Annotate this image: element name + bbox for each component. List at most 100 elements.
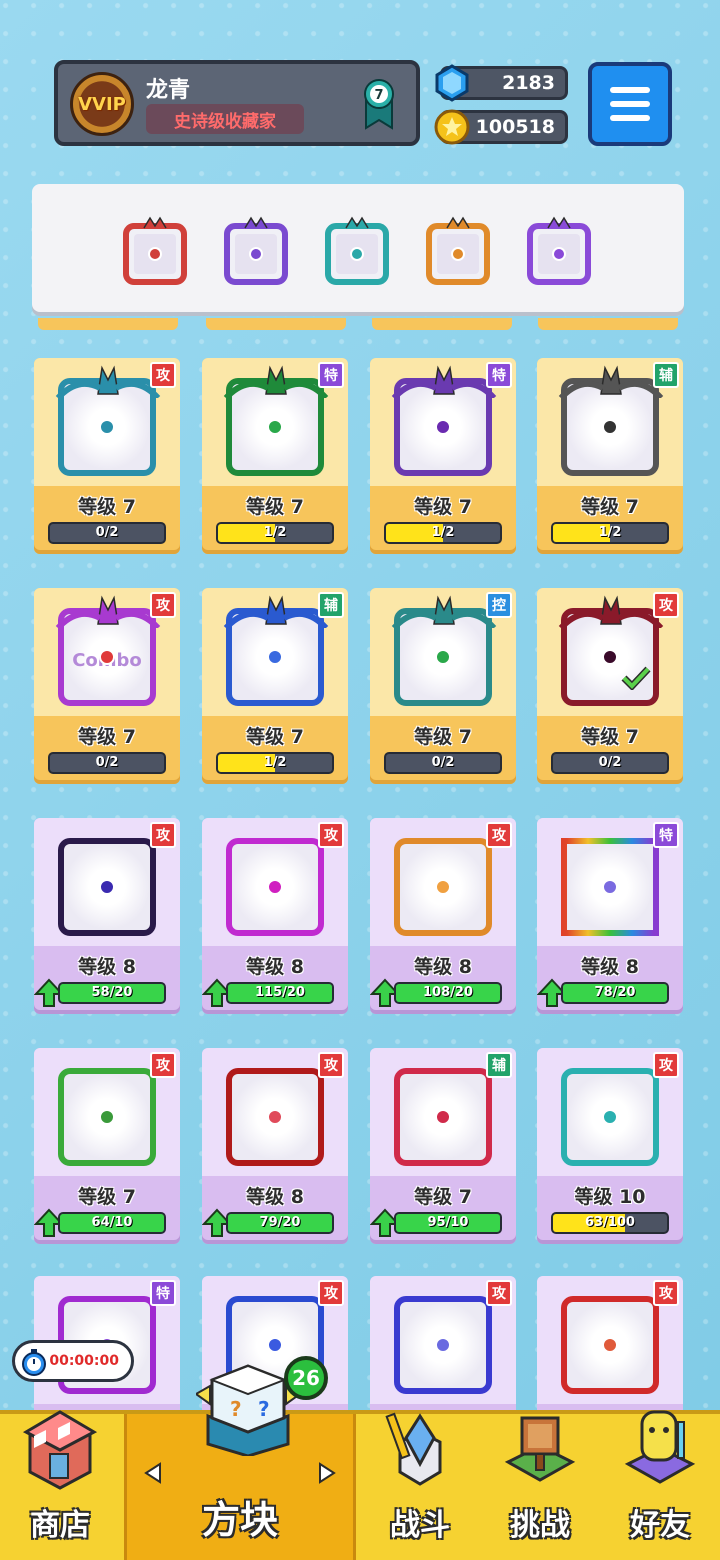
nav-friends[interactable]: 好友 xyxy=(600,1410,720,1560)
equipped-slot[interactable] xyxy=(322,216,392,286)
type-tag: 特 xyxy=(486,362,512,388)
player-name: 龙青 xyxy=(146,78,191,103)
equipped-slot[interactable] xyxy=(221,216,291,286)
purple-shard-die-icon xyxy=(224,216,288,285)
gems-value: 2183 xyxy=(502,72,555,94)
equipped-slot[interactable] xyxy=(423,216,493,286)
nav-battle[interactable]: 战斗 xyxy=(360,1412,480,1560)
vip-badge-icon: VVIP xyxy=(70,72,134,136)
card-level: 等级 7 xyxy=(581,496,639,518)
nav-label: 好友 xyxy=(630,1508,690,1543)
dice-card[interactable]: 控等级 7 0/2 xyxy=(370,588,516,784)
dice-card[interactable]: 特等级 7 1/2 xyxy=(202,358,348,554)
type-tag: 攻 xyxy=(318,1280,344,1306)
dice-pip xyxy=(602,879,618,895)
rank-number: 7 xyxy=(374,88,383,103)
nav-label: 方块 xyxy=(201,1498,278,1542)
dice-card[interactable]: 攻等级 8 108/20 xyxy=(370,818,516,1014)
nav-shop[interactable]: 商店 xyxy=(0,1410,120,1560)
nav-label: 战斗 xyxy=(390,1508,450,1543)
progress-bar: 63/100 xyxy=(551,1212,669,1234)
card-level: 等级 7 xyxy=(414,726,472,748)
dice-card[interactable]: 攻等级 10 63/100 xyxy=(537,1048,683,1244)
progress-text: 78/20 xyxy=(594,985,636,1000)
nav-challenge[interactable]: 挑战 xyxy=(480,1414,600,1560)
dice-pip xyxy=(267,649,283,665)
dice-card[interactable]: 攻等级 7 0/2 xyxy=(34,358,180,554)
card-level: 等级 8 xyxy=(246,956,304,978)
arrow-left-icon[interactable] xyxy=(144,1462,162,1484)
card-level: 等级 7 xyxy=(246,496,304,518)
coin-icon xyxy=(434,109,470,145)
dice-card[interactable]: 辅等级 7 1/2 xyxy=(537,358,683,554)
dice-art xyxy=(561,838,659,936)
dice-card[interactable]: 攻等级 7 0/2 xyxy=(537,588,683,784)
progress-text: 1/2 xyxy=(431,525,455,540)
dice-art xyxy=(226,838,324,936)
progress-bar: 78/20 xyxy=(561,982,669,1004)
dice-art xyxy=(561,1296,659,1394)
friends-icon xyxy=(624,1410,696,1484)
type-tag: 攻 xyxy=(486,1280,512,1306)
rank-ribbon-icon[interactable]: 7 xyxy=(362,78,396,130)
dice-pip xyxy=(435,419,451,435)
dice-card[interactable]: 辅等级 7 1/2 xyxy=(202,588,348,784)
type-tag: 特 xyxy=(318,362,344,388)
dice-pip xyxy=(267,419,283,435)
dice-card[interactable]: 攻等级 8 58/20 xyxy=(34,818,180,1014)
dice-art xyxy=(58,838,156,936)
player-title: 史诗级收藏家 xyxy=(146,104,304,134)
dice-pip xyxy=(602,419,618,435)
progress-bar: 1/2 xyxy=(216,752,334,774)
progress-bar: 1/2 xyxy=(216,522,334,544)
dice-card[interactable]: 攻等级 7 64/10 xyxy=(34,1048,180,1244)
equipped-slot[interactable] xyxy=(120,216,190,286)
dice-card[interactable]: 辅等级 7 95/10 xyxy=(370,1048,516,1244)
partial-card xyxy=(538,318,678,330)
menu-button[interactable] xyxy=(588,62,672,146)
progress-bar: 64/10 xyxy=(58,1212,166,1234)
progress-text: 0/2 xyxy=(95,525,119,540)
progress-text: 64/10 xyxy=(91,1215,133,1230)
dice-count-badge: 26 xyxy=(284,1356,328,1400)
type-tag: 攻 xyxy=(150,1052,176,1078)
progress-bar: 58/20 xyxy=(58,982,166,1004)
type-tag: 辅 xyxy=(653,362,679,388)
dice-card[interactable]: 特等级 7 1/2 xyxy=(370,358,516,554)
timer-bubble[interactable]: 00:00:00 xyxy=(12,1340,134,1382)
coins-counter[interactable]: 100518 xyxy=(434,109,568,145)
shop-icon xyxy=(22,1410,98,1490)
dice-pip xyxy=(267,1337,283,1353)
card-level: 等级 7 xyxy=(78,496,136,518)
vip-label: VVIP xyxy=(78,93,126,115)
profile-panel[interactable]: VVIP 龙青 史诗级收藏家 7 xyxy=(54,60,420,146)
svg-text:?: ? xyxy=(258,1397,270,1421)
dice-pip xyxy=(99,649,115,665)
progress-bar: 0/2 xyxy=(48,752,166,774)
infinity-dragon-die-icon xyxy=(426,216,490,285)
progress-text: 1/2 xyxy=(598,525,622,540)
type-tag: 攻 xyxy=(318,1052,344,1078)
dice-card[interactable]: 特等级 8 78/20 xyxy=(537,818,683,1014)
menu-line xyxy=(610,101,650,107)
stopwatch-icon xyxy=(22,1349,46,1376)
gems-counter[interactable]: 2183 xyxy=(435,64,568,102)
dice-card[interactable]: 攻等级 8 115/20 xyxy=(202,818,348,1014)
type-tag: 攻 xyxy=(318,822,344,848)
progress-bar: 95/10 xyxy=(394,1212,502,1234)
card-level: 等级 7 xyxy=(581,726,639,748)
progress-text: 58/20 xyxy=(91,985,133,1000)
dice-card[interactable]: Combo攻等级 70/2 xyxy=(34,588,180,784)
dice-card[interactable]: 攻等级 8 79/20 xyxy=(202,1048,348,1244)
progress-bar: 115/20 xyxy=(226,982,334,1004)
progress-text: 95/10 xyxy=(427,1215,469,1230)
progress-text: 115/20 xyxy=(255,985,305,1000)
dice-pip xyxy=(602,1109,618,1125)
type-tag: 攻 xyxy=(486,822,512,848)
arrow-right-icon[interactable] xyxy=(318,1462,336,1484)
card-level: 等级 10 xyxy=(574,1186,646,1208)
timer-value: 00:00:00 xyxy=(49,1353,119,1369)
progress-text: 1/2 xyxy=(263,755,287,770)
card-level: 等级 8 xyxy=(78,956,136,978)
equipped-slot[interactable] xyxy=(524,216,594,286)
